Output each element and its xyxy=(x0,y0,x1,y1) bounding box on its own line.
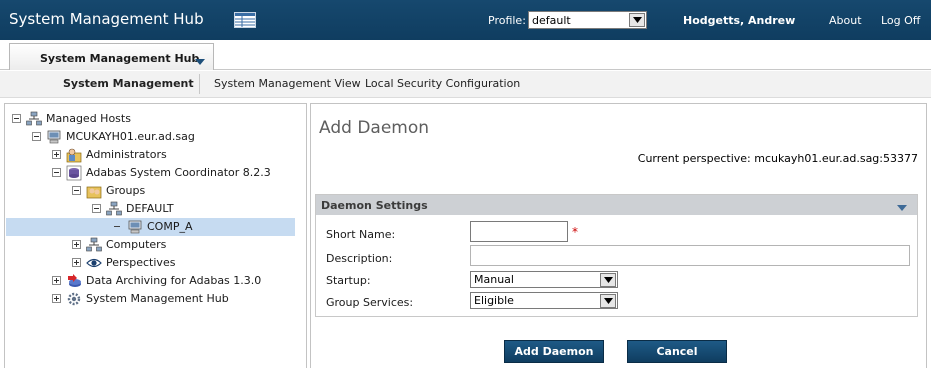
administrators-icon xyxy=(66,148,82,163)
tree-leaf-dash xyxy=(114,226,120,227)
tree-item-host[interactable]: MCUKAYH01.eur.ad.sag xyxy=(5,128,305,146)
tree-item-label: MCUKAYH01.eur.ad.sag xyxy=(66,130,195,143)
section-header[interactable]: Daemon Settings xyxy=(316,195,917,215)
chevron-down-icon[interactable] xyxy=(600,294,616,308)
tab-strip: System Management Hub xyxy=(0,40,931,70)
required-marker: * xyxy=(572,225,578,239)
content-panel: Add Daemon Current perspective: mcukayh0… xyxy=(310,103,927,368)
collapse-triangle-icon[interactable] xyxy=(897,201,907,214)
tree-item-label: Perspectives xyxy=(106,256,176,269)
hub-gear-icon xyxy=(67,292,81,306)
profile-select-value: default xyxy=(532,14,571,27)
tree-item-administrators[interactable]: Administrators xyxy=(5,146,305,164)
expand-toggle[interactable] xyxy=(52,294,61,303)
user-name: Hodgetts, Andrew xyxy=(683,14,796,27)
cancel-button[interactable]: Cancel xyxy=(627,340,727,363)
subnav-divider xyxy=(199,74,200,94)
page-title: Add Daemon xyxy=(319,118,430,138)
tree-item-perspectives[interactable]: Perspectives xyxy=(5,254,305,272)
tree-item-label: System Management Hub xyxy=(86,292,229,305)
expand-toggle[interactable] xyxy=(52,276,61,285)
section-title: Daemon Settings xyxy=(321,199,428,212)
group-services-label: Group Services: xyxy=(326,296,414,309)
chevron-down-icon[interactable] xyxy=(629,13,645,27)
app-title: System Management Hub xyxy=(9,10,204,28)
expand-toggle[interactable] xyxy=(72,258,81,267)
startup-label: Startup: xyxy=(326,274,371,287)
tree-item-computers[interactable]: Computers xyxy=(5,236,305,254)
tree-item-label: Administrators xyxy=(86,148,167,161)
database-icon xyxy=(66,165,82,181)
tree-item-data-archiving[interactable]: Data Archiving for Adabas 1.3.0 xyxy=(5,272,305,290)
group-services-select[interactable]: Eligible xyxy=(470,292,618,309)
top-header-bar: System Management Hub Profile: default H… xyxy=(0,0,931,40)
archive-icon xyxy=(68,274,81,287)
description-label: Description: xyxy=(326,252,393,265)
collapse-toggle[interactable] xyxy=(72,186,81,195)
tree-item-label: Data Archiving for Adabas 1.3.0 xyxy=(86,274,262,287)
subnav-system-management[interactable]: System Management xyxy=(63,77,194,90)
current-perspective-text: Current perspective: mcukayh01.eur.ad.sa… xyxy=(637,152,918,165)
subnav-system-management-view[interactable]: System Management View xyxy=(214,77,361,90)
tree-item-adabas-system-coordinator[interactable]: Adabas System Coordinator 8.2.3 xyxy=(5,164,305,182)
about-link[interactable]: About xyxy=(829,14,862,27)
network-hosts-icon xyxy=(106,201,122,216)
tree-item-system-management-hub[interactable]: System Management Hub xyxy=(5,290,305,308)
profile-select[interactable]: default xyxy=(528,11,647,29)
groups-icon xyxy=(86,186,102,199)
network-hosts-icon xyxy=(26,111,42,126)
group-services-select-value: Eligible xyxy=(474,294,514,307)
tree-item-label: DEFAULT xyxy=(126,202,174,215)
eye-icon xyxy=(86,258,102,268)
tree-item-label: Adabas System Coordinator 8.2.3 xyxy=(86,166,271,179)
tab-system-management-hub[interactable]: System Management Hub xyxy=(9,43,214,70)
collapse-toggle[interactable] xyxy=(12,114,21,123)
tree-item-comp-a[interactable]: COMP_A xyxy=(6,218,295,236)
table-grid-icon[interactable] xyxy=(234,12,256,28)
subnav-local-security-configuration[interactable]: Local Security Configuration xyxy=(365,77,520,90)
triangle-down-icon[interactable] xyxy=(195,55,205,68)
computer-icon xyxy=(128,220,142,234)
logoff-link[interactable]: Log Off xyxy=(881,14,920,27)
tree-item-label: Groups xyxy=(106,184,146,197)
add-daemon-button[interactable]: Add Daemon xyxy=(504,340,604,363)
tree-item-default[interactable]: DEFAULT xyxy=(5,200,305,218)
tree-item-label: Computers xyxy=(106,238,167,251)
startup-select-value: Manual xyxy=(474,273,514,286)
tree-item-label: Managed Hosts xyxy=(46,112,131,125)
tree-item-groups[interactable]: Groups xyxy=(5,182,305,200)
tree-panel: Managed Hosts MCUKAYH01.eur.ad.sag Admin… xyxy=(4,103,307,368)
collapse-toggle[interactable] xyxy=(52,168,61,177)
collapse-toggle[interactable] xyxy=(32,132,41,141)
startup-select[interactable]: Manual xyxy=(470,271,618,288)
tree-item-label: COMP_A xyxy=(147,220,193,233)
tab-label: System Management Hub xyxy=(40,52,200,65)
chevron-down-icon[interactable] xyxy=(600,273,616,287)
short-name-input[interactable] xyxy=(470,221,568,242)
daemon-settings-section: Daemon Settings Short Name: * Descriptio… xyxy=(315,194,918,317)
profile-label: Profile: xyxy=(488,14,526,27)
tree-item-managed-hosts[interactable]: Managed Hosts xyxy=(5,110,305,128)
expand-toggle[interactable] xyxy=(52,150,61,159)
computer-icon xyxy=(47,130,61,144)
description-input[interactable] xyxy=(470,245,910,266)
sub-navigation: System Management System Management View… xyxy=(0,71,931,98)
short-name-label: Short Name: xyxy=(326,228,396,241)
expand-toggle[interactable] xyxy=(72,240,81,249)
network-hosts-icon xyxy=(86,237,102,252)
collapse-toggle[interactable] xyxy=(92,204,101,213)
